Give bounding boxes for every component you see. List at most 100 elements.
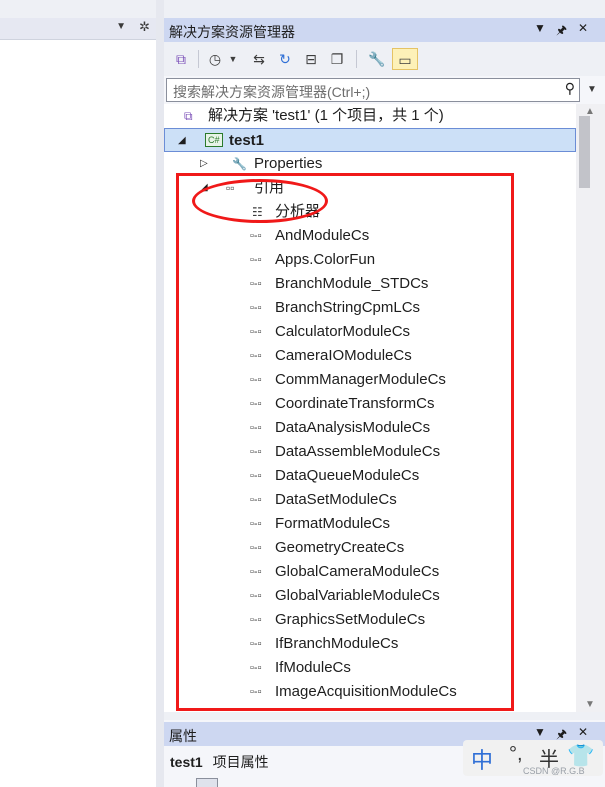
solution-explorer: 解决方案资源管理器 ▼ 🖈 ✕ ⧉ ◷ ▼ ⇆ ↻ ⊟ ❐ 🔧 ▭ 搜索解决方案… [164,18,605,712]
expand-arrow-icon[interactable]: ◢ [200,176,208,200]
reference-label: GeometryCreateCs [275,539,405,556]
pending-changes-icon[interactable]: ◷ [204,48,226,70]
reference-label: CameraIOModuleCs [275,347,412,364]
vertical-scrollbar[interactable]: ▲ ▼ [576,104,605,712]
assembly-reference-icon: ▫-▫ [250,350,262,362]
reference-item[interactable]: ▫-▫ CameraIOModuleCs [164,344,576,368]
reference-label: FormatModuleCs [275,515,391,532]
reference-item[interactable]: ▫-▫ CoordinateTransformCs [164,392,576,416]
project-label: test1 [229,132,265,149]
window-position-dropdown-icon[interactable]: ▼ [534,21,546,35]
solution-icon: ⧉ [184,109,193,123]
assembly-reference-icon: ▫-▫ [250,614,262,626]
reference-item[interactable]: ▫-▫ GraphicsSetModuleCs [164,608,576,632]
assembly-reference-icon: ▫-▫ [250,374,262,386]
categorized-view-icon[interactable] [196,778,218,787]
wrench-icon: 🔧 [232,157,247,171]
pin-icon[interactable]: 🖈 [556,21,567,42]
reference-item[interactable]: ▫-▫ DataQueueModuleCs [164,464,576,488]
assembly-reference-icon: ▫-▫ [250,542,262,554]
reference-item[interactable]: ▫-▫ GlobalVariableModuleCs [164,584,576,608]
window-splitter[interactable] [156,0,164,787]
reference-item[interactable]: ▫-▫ GlobalCameraModuleCs [164,560,576,584]
reference-item[interactable]: ▫-▫ FormatModuleCs [164,512,576,536]
ime-mode-indicator[interactable]: 中 [471,743,493,775]
assembly-reference-icon: ▫-▫ [250,230,262,242]
toolbar-separator [198,50,199,68]
tree-row-solution[interactable]: ⧉ 解决方案 'test1' (1 个项目，共 1 个) [164,104,576,128]
properties-object-selector[interactable]: test1 项目属性 [170,752,269,772]
reference-item[interactable]: ▫-▫ ImageAcquisitionModuleCs [164,680,576,704]
pane-gap [164,712,605,720]
collapsed-arrow-icon[interactable]: ▷ [200,152,208,176]
properties-object-name: test1 [170,754,203,770]
reference-item[interactable]: ▫-▫ DataAssembleModuleCs [164,440,576,464]
solution-tree: ⧉ 解决方案 'test1' (1 个项目，共 1 个) ◢ C# test1 … [164,104,576,712]
sync-with-active-document-icon[interactable]: ⇆ [248,48,270,70]
reference-label: ImageAcquisitionModuleCs [275,683,457,700]
tree-row-properties[interactable]: ▷ 🔧 Properties [164,152,576,176]
collapse-all-icon[interactable]: ⊟ [300,48,322,70]
search-options-dropdown-icon[interactable]: ▼ [582,78,602,102]
scroll-down-arrow-icon[interactable]: ▼ [585,699,595,710]
search-icon[interactable]: ⚲ [565,80,575,97]
assembly-reference-icon: ▫-▫ [250,422,262,434]
assembly-reference-icon: ▫-▫ [250,566,262,578]
reference-label: AndModuleCs [275,227,370,244]
assembly-reference-icon: ▫-▫ [250,518,262,530]
tree-row-analyzer[interactable]: ☷ 分析器 [164,200,576,224]
reference-item[interactable]: ▫-▫ DataSetModuleCs [164,488,576,512]
search-input[interactable]: 搜索解决方案资源管理器(Ctrl+;) ⚲ [166,78,580,102]
reference-label: IfModuleCs [275,659,351,676]
assembly-reference-icon: ▫-▫ [250,662,262,674]
left-tool-window: ▼ ✲ [0,0,156,787]
switch-views-icon[interactable]: ⧉ [170,48,192,70]
reference-label: BranchModule_STDCs [275,275,429,292]
reference-item[interactable]: ▫-▫ CommManagerModuleCs [164,368,576,392]
properties-toolbar [170,776,270,787]
assembly-reference-icon: ▫-▫ [250,302,262,314]
close-icon[interactable]: ✕ [578,725,588,739]
reference-label: GlobalVariableModuleCs [275,587,440,604]
solution-explorer-title: 解决方案资源管理器 [169,24,295,40]
window-position-dropdown-icon[interactable]: ▼ [534,725,546,739]
tree-row-references[interactable]: ◢ ▫▫ 引用 [164,176,576,200]
reference-item[interactable]: ▫-▫ AndModuleCs [164,224,576,248]
csharp-project-icon: C# [205,133,223,147]
toolbar-separator [356,50,357,68]
reference-item[interactable]: ▫-▫ BranchModule_STDCs [164,272,576,296]
reference-item[interactable]: ▫-▫ Apps.ColorFun [164,248,576,272]
scrollbar-thumb[interactable] [579,116,590,188]
reference-label: DataQueueModuleCs [275,467,420,484]
references-label: 引用 [254,179,285,196]
reference-item[interactable]: ▫-▫ DataAnalysisModuleCs [164,416,576,440]
tree-row-project[interactable]: ◢ C# test1 [164,128,576,152]
solution-explorer-titlebar: 解决方案资源管理器 ▼ 🖈 ✕ [164,18,605,42]
reference-item[interactable]: ▫-▫ IfModuleCs [164,656,576,680]
refresh-icon[interactable]: ↻ [274,48,296,70]
reference-item[interactable]: ▫-▫ BranchStringCpmLCs [164,296,576,320]
left-window-titlebar: ▼ ✲ [0,18,156,40]
reference-label: DataSetModuleCs [275,491,397,508]
assembly-reference-icon: ▫-▫ [250,278,262,290]
reference-label: DataAnalysisModuleCs [275,419,431,436]
expand-arrow-icon[interactable]: ◢ [178,129,186,153]
window-position-dropdown-icon[interactable]: ▼ [116,21,126,32]
show-all-files-icon[interactable]: ❐ [326,48,348,70]
reference-item[interactable]: ▫-▫ CalculatorModuleCs [164,320,576,344]
preview-selected-items-icon[interactable]: ▭ [392,48,418,70]
ime-punctuation-indicator[interactable]: °, [509,743,523,766]
properties-wrench-icon[interactable]: 🔧 [366,48,388,70]
reference-item[interactable]: ▫-▫ GeometryCreateCs [164,536,576,560]
analyzer-icon: ☷ [252,205,263,219]
pending-changes-dropdown-icon[interactable]: ▼ [226,48,240,70]
properties-object-type: 项目属性 [212,754,269,770]
gear-icon[interactable]: ✲ [139,19,150,35]
left-top-band [0,0,156,18]
close-icon[interactable]: ✕ [578,21,588,35]
reference-item[interactable]: ▫-▫ IfBranchModuleCs [164,632,576,656]
search-placeholder: 搜索解决方案资源管理器(Ctrl+;) [173,84,371,100]
assembly-reference-icon: ▫-▫ [250,470,262,482]
reference-label: IfBranchModuleCs [275,635,399,652]
reference-label: GraphicsSetModuleCs [275,611,426,628]
